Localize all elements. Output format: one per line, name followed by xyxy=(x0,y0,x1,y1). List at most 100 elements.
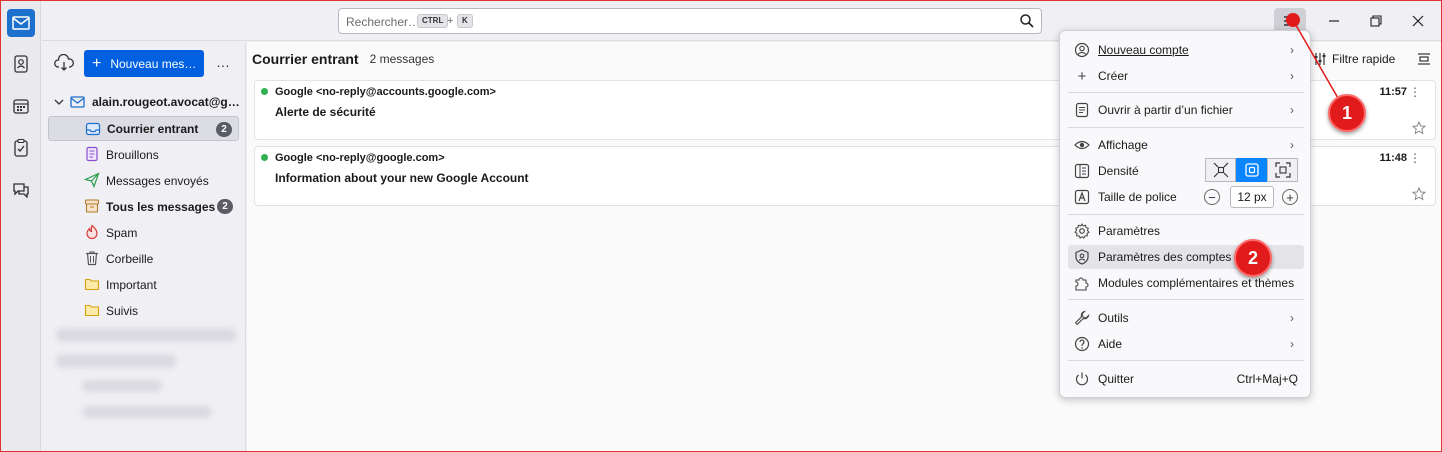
more-options-icon[interactable]: ⋮ xyxy=(1409,151,1421,165)
power-icon xyxy=(1074,371,1090,387)
step-callout-1: 1 xyxy=(1328,94,1366,132)
step-callout-2: 2 xyxy=(1234,239,1272,277)
calendar-icon[interactable] xyxy=(10,95,32,117)
menu-separator xyxy=(1068,127,1304,128)
density-compact-button[interactable] xyxy=(1205,158,1236,182)
mail-space-icon[interactable] xyxy=(7,9,35,37)
folder-label: Suivis xyxy=(106,303,139,318)
menu-item-view[interactable]: Affichage › xyxy=(1068,133,1304,157)
menu-item-settings[interactable]: Paramètres xyxy=(1068,219,1304,243)
folder-label: Courrier entrant xyxy=(107,121,199,136)
menu-label: Densité xyxy=(1098,164,1139,178)
minimize-button[interactable] xyxy=(1323,10,1345,32)
chevron-right-icon: › xyxy=(1290,138,1294,152)
shortcut-key-ctrl: CTRL xyxy=(417,14,449,28)
new-message-button[interactable]: + Nouveau mes… xyxy=(84,50,204,77)
menu-separator xyxy=(1068,214,1304,215)
redacted-folder-row xyxy=(82,380,162,392)
folder-label: Messages envoyés xyxy=(106,173,209,188)
account-name: alain.rougeot.avocat@g… xyxy=(92,95,240,109)
more-options-icon[interactable]: ⋮ xyxy=(1409,85,1421,99)
quick-filter-button[interactable]: Filtre rapide xyxy=(1313,52,1395,66)
restore-button[interactable] xyxy=(1365,10,1387,32)
message-time: 11:48 xyxy=(1379,152,1407,164)
chevron-right-icon: › xyxy=(1290,311,1294,325)
plus-icon: + xyxy=(1077,67,1087,85)
menu-separator xyxy=(1068,299,1304,300)
folder-important[interactable]: Important xyxy=(48,272,239,297)
message-subject: Alerte de sécurité xyxy=(275,105,376,119)
font-size-decrease-button[interactable]: − xyxy=(1204,189,1220,205)
inbox-icon xyxy=(85,121,101,137)
folder-label: Brouillons xyxy=(106,147,159,162)
plus-icon: + xyxy=(92,54,102,72)
shortcut-key-k: K xyxy=(457,14,473,28)
wrench-icon xyxy=(1074,310,1090,326)
global-search-input[interactable]: Rechercher… CTRL + K xyxy=(338,8,1042,34)
menu-label: Aide xyxy=(1098,337,1123,351)
get-messages-icon[interactable] xyxy=(54,54,74,74)
menu-label: Paramètres xyxy=(1098,224,1161,238)
density-normal-button[interactable] xyxy=(1236,158,1267,182)
puzzle-icon xyxy=(1074,275,1090,291)
unread-count-badge: 2 xyxy=(216,122,232,137)
menu-item-open-file[interactable]: Ouvrir à partir d’un fichier › xyxy=(1068,98,1304,122)
menu-item-quit[interactable]: Quitter Ctrl+Maj+Q xyxy=(1068,367,1304,391)
folder-trash[interactable]: Corbeille xyxy=(48,246,239,271)
search-icon[interactable] xyxy=(1019,13,1035,29)
folder-starred[interactable]: Suivis xyxy=(48,298,239,323)
star-icon[interactable] xyxy=(1412,187,1426,201)
spaces-toolbar xyxy=(1,1,41,451)
redacted-account-row xyxy=(56,328,236,342)
eye-icon xyxy=(1074,137,1090,153)
annotation-pin xyxy=(1286,13,1300,27)
menu-shortcut: Ctrl+Maj+Q xyxy=(1236,372,1298,386)
account-row[interactable]: alain.rougeot.avocat@g… xyxy=(54,95,244,109)
density-touch-button[interactable] xyxy=(1267,158,1298,182)
menu-item-create[interactable]: + Créer › xyxy=(1068,64,1304,88)
menu-separator xyxy=(1068,360,1304,361)
font-size-increase-button[interactable]: + xyxy=(1282,189,1298,205)
message-subject: Information about your new Google Accoun… xyxy=(275,171,529,185)
close-button[interactable] xyxy=(1407,10,1429,32)
search-placeholder: Rechercher… xyxy=(346,15,421,29)
menu-label: Affichage xyxy=(1098,138,1148,152)
tasks-icon[interactable] xyxy=(10,137,32,159)
star-icon[interactable] xyxy=(1412,121,1426,135)
chevron-right-icon: › xyxy=(1290,103,1294,117)
gear-icon xyxy=(1074,223,1090,239)
font-size-icon xyxy=(1074,189,1090,205)
folder-icon xyxy=(84,302,100,318)
folder-drafts[interactable]: Brouillons xyxy=(48,142,239,167)
chevron-right-icon: › xyxy=(1290,43,1294,57)
redacted-folder-row xyxy=(82,406,212,418)
unread-dot-icon xyxy=(261,88,268,95)
menu-item-help[interactable]: Aide › xyxy=(1068,332,1304,356)
menu-item-tools[interactable]: Outils › xyxy=(1068,306,1304,330)
folder-pane-menu-button[interactable]: … xyxy=(216,54,231,70)
archive-icon xyxy=(84,198,100,214)
chat-icon[interactable] xyxy=(10,179,32,201)
folder-label: Important xyxy=(106,277,157,292)
menu-label: Modules complémentaires et thèmes xyxy=(1098,276,1295,290)
menu-item-addons[interactable]: Modules complémentaires et thèmes xyxy=(1068,271,1304,295)
folder-spam[interactable]: Spam xyxy=(48,220,239,245)
folder-inbox[interactable]: Courrier entrant 2 xyxy=(48,116,239,141)
quick-filter-label: Filtre rapide xyxy=(1332,52,1396,66)
display-options-icon[interactable] xyxy=(1417,52,1431,66)
chevron-right-icon: › xyxy=(1290,69,1294,83)
font-size-value: 12 px xyxy=(1230,186,1274,208)
help-icon xyxy=(1074,336,1090,352)
menu-item-new-account[interactable]: Nouveau compte › xyxy=(1068,38,1304,62)
chevron-down-icon[interactable] xyxy=(54,97,64,107)
app-menu: Nouveau compte › + Créer › Ouvrir à part… xyxy=(1059,30,1311,398)
new-message-label: Nouveau mes… xyxy=(110,56,197,71)
folder-sent[interactable]: Messages envoyés xyxy=(48,168,239,193)
chevron-right-icon: › xyxy=(1290,337,1294,351)
density-icon xyxy=(1074,163,1090,179)
folder-all-mail[interactable]: Tous les messages 2 xyxy=(48,194,239,219)
menu-label: Nouveau compte xyxy=(1098,43,1189,57)
unread-dot-icon xyxy=(261,154,268,161)
address-book-icon[interactable] xyxy=(10,53,32,75)
shortcut-plus: + xyxy=(447,15,454,27)
